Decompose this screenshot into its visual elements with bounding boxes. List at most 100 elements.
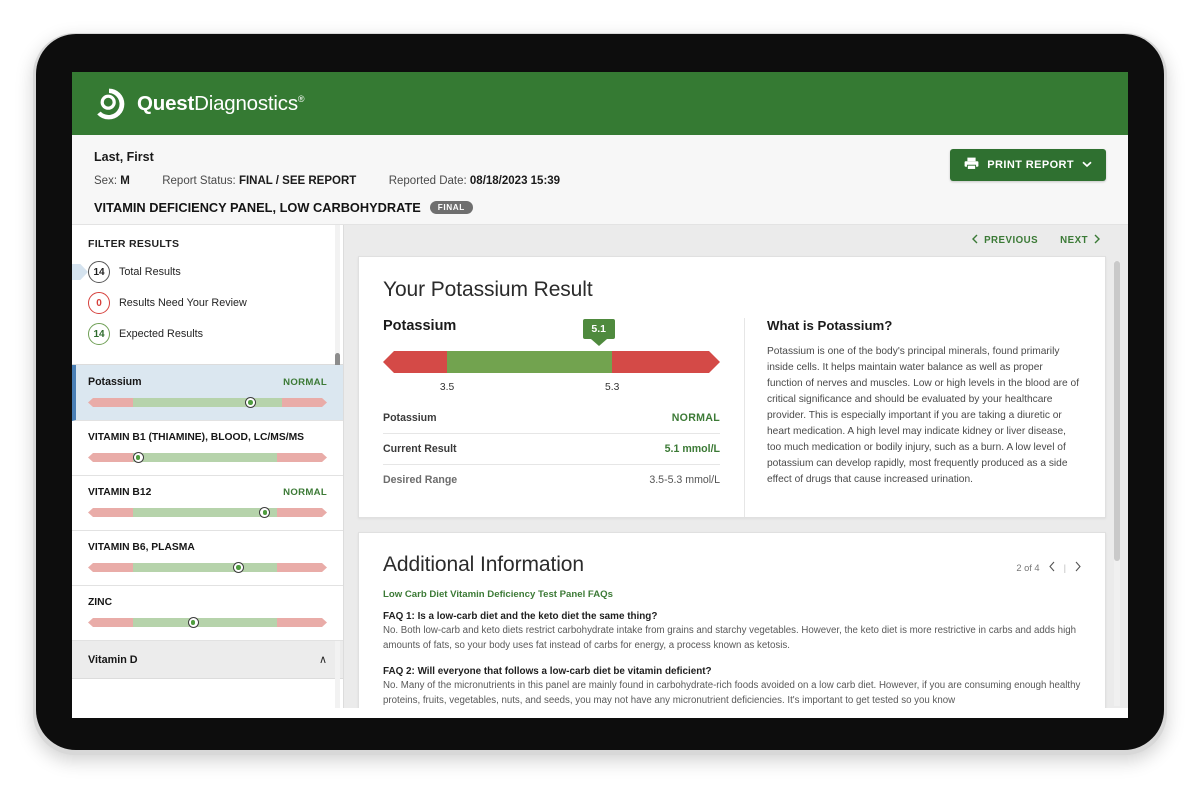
result-name: VITAMIN B1 (THIAMINE), BLOOD, LC/MS/MS — [88, 432, 305, 443]
additional-information-pager: 2 of 4 | — [1016, 561, 1081, 575]
filter-row-1[interactable]: 0 Results Need Your Review — [88, 292, 327, 314]
about-title: What is Potassium? — [767, 318, 893, 333]
filter-label: Total Results — [119, 266, 181, 278]
gauge-low-tick: 3.5 — [439, 382, 455, 393]
faq-answer: No. Both low-carb and keto diets restric… — [383, 625, 1076, 651]
mini-range-marker — [132, 452, 144, 463]
status-badge: FINAL — [429, 200, 473, 215]
faq-category-link[interactable]: Low Carb Diet Vitamin Deficiency Test Pa… — [383, 589, 1081, 600]
result-name: Potassium — [88, 376, 142, 388]
chevron-right-icon — [1094, 234, 1100, 247]
patient-header: Last, First Sex: M Report Status: FINAL … — [72, 135, 1128, 225]
result-name: ZINC — [88, 597, 113, 608]
faq-list: FAQ 1: Is a low-carb diet and the keto d… — [383, 611, 1081, 708]
main-content: PREVIOUS NEXT Your Potassium Result Pota… — [344, 225, 1128, 708]
pager-separator: | — [1063, 563, 1066, 573]
gauge-value-label: 5.1 — [582, 319, 615, 339]
results-sidebar: FILTER RESULTS 14 Total Results 0 Results N… — [72, 225, 344, 708]
about-body: Potassium is one of the body's principal… — [767, 346, 1080, 486]
filter-count: 0 — [88, 292, 110, 314]
group-label: Vitamin D — [88, 653, 138, 666]
previous-result-button[interactable]: PREVIOUS — [972, 234, 1038, 247]
chevron-left-icon — [972, 234, 978, 247]
result-status: NORMAL — [283, 377, 327, 388]
faq-answer: No. Many of the micronutrients in this p… — [383, 680, 1081, 706]
sex-label: Sex: — [94, 175, 118, 187]
mini-range-marker — [245, 397, 257, 408]
sidebar-group-vitamin-d[interactable]: Vitamin D ∧ — [72, 641, 343, 679]
sidebar-result-item[interactable]: VITAMIN B12 NORMAL — [72, 476, 343, 531]
sidebar-result-list: Potassium NORMAL VITAMIN B1 (THIAMINE), BL… — [72, 364, 343, 641]
screen: QuestDiagnostics® Last, First Sex: M Rep… — [72, 72, 1128, 718]
faq-question: FAQ 2: Will everyone that follows a low-… — [383, 666, 712, 678]
mini-range-bar — [88, 562, 327, 573]
additional-information-title: Additional Information — [383, 553, 584, 576]
brand-trademark: ® — [297, 93, 305, 104]
next-result-button[interactable]: NEXT — [1060, 234, 1100, 247]
result-name: VITAMIN B6, PLASMA — [88, 542, 195, 553]
additional-prev-button[interactable] — [1048, 561, 1055, 575]
row-value: 5.1 mmol/L — [664, 443, 720, 455]
mini-range-marker — [233, 562, 245, 573]
result-pager-nav: PREVIOUS NEXT — [344, 225, 1128, 256]
chevron-up-icon: ∧ — [318, 654, 327, 666]
gauge-high-tick: 5.3 — [604, 382, 620, 393]
result-detail-panel: Potassium 5.1 3.5 5.3 Potassium NORMAL Curr… — [359, 318, 744, 517]
reported-date-label: Reported Date: — [388, 175, 467, 187]
chevron-down-icon — [1082, 159, 1092, 171]
faq-item: FAQ 2: Will everyone that follows a low-… — [383, 666, 1081, 708]
page-indicator: 2 of 4 — [1016, 563, 1040, 573]
result-card: Your Potassium Result Potassium 5.1 3.5 5… — [358, 256, 1106, 518]
result-gauge: 5.1 — [383, 319, 720, 373]
mini-range-bar — [88, 452, 327, 463]
previous-label: PREVIOUS — [984, 235, 1039, 246]
sidebar-result-item[interactable]: Potassium NORMAL — [72, 365, 343, 421]
panel-title: VITAMIN DEFICIENCY PANEL, LOW CARBOHYDRA… — [94, 200, 421, 215]
printer-icon — [964, 157, 979, 173]
report-status-label: Report Status: — [162, 175, 236, 187]
row-label: Desired Range — [383, 474, 458, 486]
brand-name-light: Diagnostics — [194, 91, 298, 115]
additional-next-button[interactable] — [1075, 561, 1081, 575]
main-scrollbar-thumb[interactable] — [1114, 261, 1120, 561]
mini-range-bar — [88, 617, 327, 628]
print-report-label: PRINT REPORT — [987, 159, 1074, 171]
sidebar-result-item[interactable]: ZINC — [72, 586, 343, 641]
brand-wordmark: QuestDiagnostics® — [137, 91, 305, 116]
mini-range-bar — [88, 507, 327, 518]
gauge-value-tooltip: 5.1 — [582, 319, 615, 346]
filter-results-section: FILTER RESULTS 14 Total Results 0 Results N… — [72, 225, 343, 364]
about-analyte-panel: What is Potassium? Potassium is one of t… — [744, 318, 1105, 517]
result-values-table: Potassium NORMAL Current Result 5.1 mmol/L D… — [383, 403, 720, 495]
filter-label: Results Need Your Review — [119, 297, 247, 309]
result-name: VITAMIN B12 — [88, 487, 152, 498]
next-label: NEXT — [1060, 235, 1088, 246]
result-table-row: Desired Range 3.5-5.3 mmol/L — [383, 465, 720, 495]
brand-name-bold: Quest — [137, 91, 195, 115]
sidebar-result-item[interactable]: VITAMIN B6, PLASMA — [72, 531, 343, 586]
mini-range-bar — [88, 397, 327, 408]
result-card-title: Your Potassium Result — [383, 278, 593, 301]
row-value: 3.5-5.3 mmol/L — [649, 474, 720, 486]
print-report-button[interactable]: PRINT REPORT — [950, 149, 1106, 181]
filter-results-title: FILTER RESULTS — [88, 238, 180, 250]
result-table-row: Potassium NORMAL — [383, 403, 720, 434]
gauge-tooltip-pointer — [590, 339, 607, 346]
panel-title-row: VITAMIN DEFICIENCY PANEL, LOW CARBOHYDRA… — [94, 200, 1106, 215]
report-status-value: FINAL / SEE REPORT — [238, 175, 357, 187]
filter-row-0[interactable]: 14 Total Results — [72, 261, 327, 283]
faq-item: FAQ 1: Is a low-carb diet and the keto d… — [383, 611, 1081, 653]
sidebar-result-item[interactable]: VITAMIN B1 (THIAMINE), BLOOD, LC/MS/MS — [72, 421, 343, 476]
faq-question: FAQ 1: Is a low-carb diet and the keto d… — [383, 611, 658, 622]
filter-count: 14 — [88, 323, 110, 345]
analyte-name: Potassium — [383, 318, 457, 334]
gauge-tick-labels: 3.5 5.3 — [383, 382, 720, 397]
filter-row-2[interactable]: 14 Expected Results — [88, 323, 327, 345]
filter-count: 14 — [88, 261, 110, 283]
result-status: NORMAL — [283, 487, 327, 498]
brand-header: QuestDiagnostics® — [72, 72, 1128, 135]
reported-date-value: 08/18/2023 15:39 — [469, 175, 561, 187]
quest-swirl-logo-icon — [92, 87, 126, 121]
additional-information-card: Additional Information 2 of 4 | Low Carb… — [358, 532, 1106, 708]
row-label: Potassium — [383, 412, 437, 424]
